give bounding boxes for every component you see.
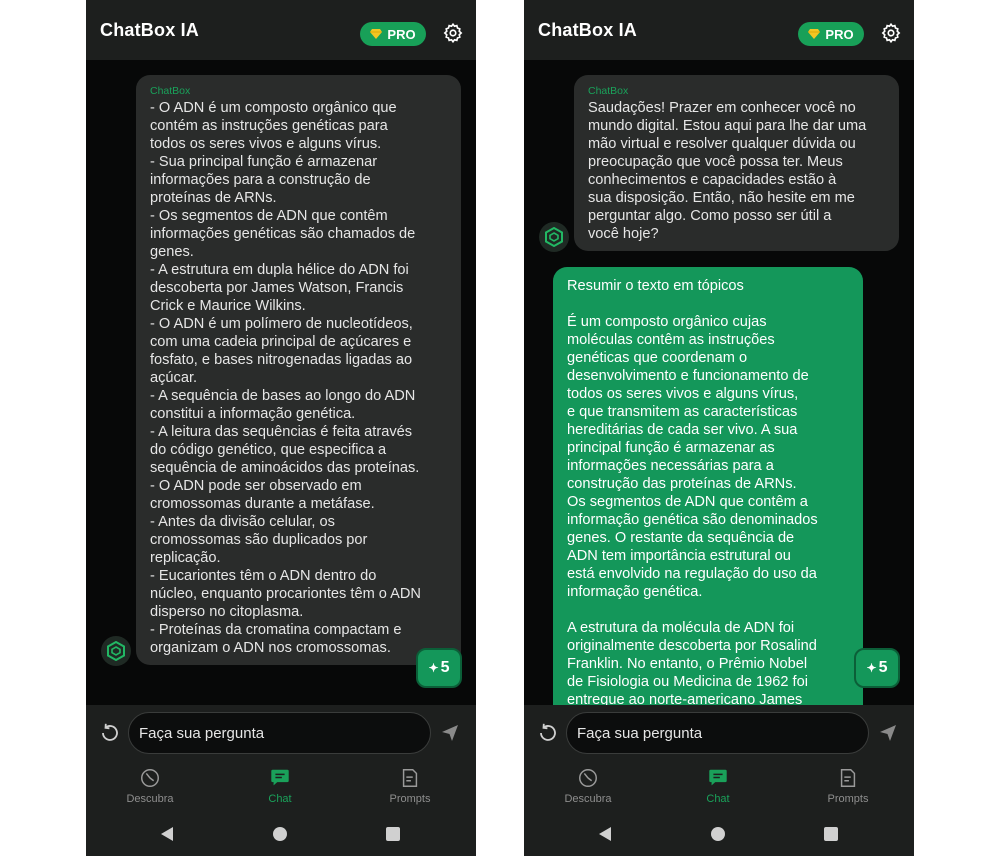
- app-header: ChatBox IA PRO: [86, 0, 476, 60]
- credits-button[interactable]: ✦ 5: [854, 648, 900, 688]
- discover-icon: [579, 769, 597, 787]
- nav-item-chat[interactable]: Chat: [678, 767, 758, 809]
- app-header: ChatBox IA PRO: [524, 0, 914, 60]
- bot-message: ChatBox - O ADN é um composto orgânico q…: [136, 75, 461, 665]
- chat-area[interactable]: ChatBox Saudações! Prazer em conhecer vo…: [524, 60, 914, 705]
- prompts-icon: [840, 769, 856, 787]
- nav-item-chat[interactable]: Chat: [240, 767, 320, 809]
- nav-item-discover[interactable]: Descubra: [110, 767, 190, 809]
- sparkle-icon: ✦: [866, 661, 877, 675]
- chat-icon: [271, 769, 289, 786]
- app-title: ChatBox IA: [538, 19, 638, 40]
- home-icon[interactable]: [273, 827, 287, 841]
- bot-sender-name: ChatBox: [588, 85, 629, 97]
- recent-apps-icon[interactable]: [386, 827, 400, 841]
- nav-item-discover[interactable]: Descubra: [548, 767, 628, 809]
- system-nav-bar: [86, 813, 476, 856]
- diamond-icon: [808, 29, 821, 39]
- send-icon[interactable]: [878, 723, 898, 743]
- prompts-icon: [402, 769, 418, 787]
- bot-avatar: [101, 636, 131, 666]
- nav-item-prompts[interactable]: Prompts: [370, 767, 450, 809]
- pro-label: PRO: [387, 26, 416, 42]
- back-icon[interactable]: [160, 826, 174, 842]
- nav-label-discover: Descubra: [126, 793, 174, 805]
- bot-message-text: - O ADN é um composto orgânico que conté…: [150, 100, 421, 656]
- send-icon[interactable]: [440, 723, 460, 743]
- message-input[interactable]: [128, 712, 431, 754]
- home-icon[interactable]: [711, 827, 725, 841]
- bot-message-text: Saudações! Prazer em conhecer você no mu…: [588, 100, 867, 242]
- bot-avatar: [539, 222, 569, 252]
- user-message: Resumir o texto em tópicos É um composto…: [553, 267, 863, 705]
- back-icon[interactable]: [598, 826, 612, 842]
- recent-apps-icon[interactable]: [824, 827, 838, 841]
- pro-badge[interactable]: PRO: [798, 22, 864, 46]
- bot-message: ChatBox Saudações! Prazer em conhecer vo…: [574, 75, 899, 251]
- sparkle-icon: ✦: [428, 661, 439, 675]
- chat-icon: [709, 769, 727, 786]
- hexagon-logo-icon: [107, 641, 125, 661]
- nav-label-prompts: Prompts: [827, 793, 869, 805]
- nav-item-prompts[interactable]: Prompts: [808, 767, 888, 809]
- input-bar: [86, 705, 476, 763]
- credits-count: 5: [878, 659, 888, 676]
- message-input[interactable]: [566, 712, 869, 754]
- diamond-icon: [370, 29, 383, 39]
- bottom-nav: Descubra Chat Prompts: [524, 763, 914, 813]
- app-title: ChatBox IA: [100, 19, 200, 40]
- gear-icon[interactable]: [442, 22, 464, 44]
- chat-area[interactable]: ChatBox - O ADN é um composto orgânico q…: [86, 60, 476, 705]
- nav-label-prompts: Prompts: [389, 793, 431, 805]
- reset-icon[interactable]: [98, 721, 122, 745]
- nav-label-chat: Chat: [706, 793, 730, 805]
- system-nav-bar: [524, 813, 914, 856]
- phone-screen-left: ChatBox IA PRO ChatBox - O ADN é um comp…: [86, 0, 476, 856]
- input-bar: [524, 705, 914, 763]
- gear-icon[interactable]: [880, 22, 902, 44]
- discover-icon: [141, 769, 159, 787]
- reset-icon[interactable]: [536, 721, 560, 745]
- credits-count: 5: [440, 659, 450, 676]
- phone-screen-right: ChatBox IA PRO ChatBox Saudações! Prazer…: [524, 0, 914, 856]
- hexagon-logo-icon: [545, 227, 563, 247]
- bot-sender-name: ChatBox: [150, 85, 191, 97]
- credits-button[interactable]: ✦ 5: [416, 648, 462, 688]
- nav-label-chat: Chat: [268, 793, 292, 805]
- bottom-nav: Descubra Chat Prompts: [86, 763, 476, 813]
- pro-badge[interactable]: PRO: [360, 22, 426, 46]
- nav-label-discover: Descubra: [564, 793, 612, 805]
- pro-label: PRO: [825, 26, 854, 42]
